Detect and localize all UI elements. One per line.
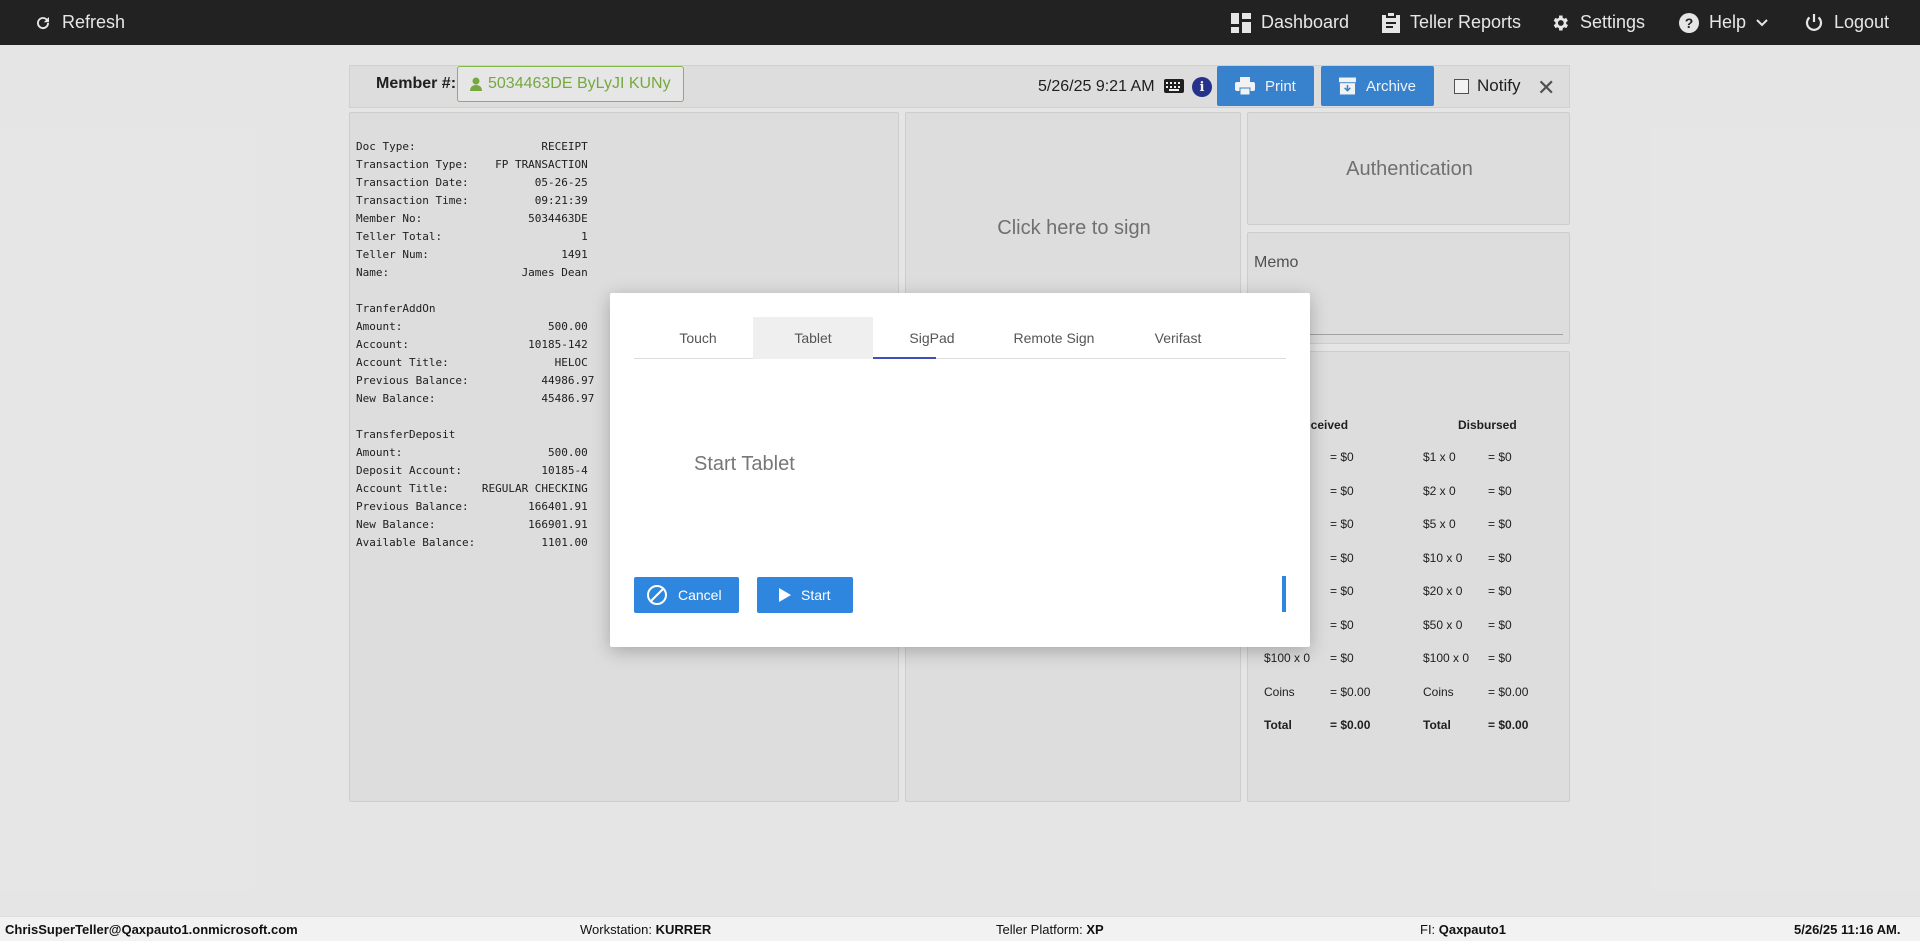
dashboard-icon xyxy=(1231,12,1251,33)
help-icon: ? xyxy=(1679,12,1699,33)
top-navbar: Refresh Dashboard Teller Reports Setting… xyxy=(0,0,1920,45)
signature-tabs: Touch Tablet SigPad Remote Sign Verifast xyxy=(634,317,1286,359)
settings-button[interactable]: Settings xyxy=(1550,0,1645,45)
start-button[interactable]: Start xyxy=(757,577,853,613)
gear-icon xyxy=(1553,15,1568,30)
status-bar: ChrisSuperTeller@Qaxpauto1.onmicrosoft.c… xyxy=(0,916,1920,941)
refresh-label: Refresh xyxy=(62,12,126,32)
logout-button[interactable]: Logout xyxy=(1804,0,1889,45)
play-icon xyxy=(779,588,791,602)
help-label: Help xyxy=(1709,12,1747,32)
tab-verifast[interactable]: Verifast xyxy=(1118,317,1238,359)
status-datetime: 5/26/25 11:16 AM. xyxy=(1794,922,1901,937)
logout-label: Logout xyxy=(1834,12,1890,32)
help-button[interactable]: ? Help xyxy=(1679,0,1768,45)
ban-icon xyxy=(647,585,667,605)
platform-label: Teller Platform: xyxy=(996,922,1083,937)
refresh-button[interactable]: Refresh xyxy=(34,0,125,45)
tab-tablet[interactable]: Tablet xyxy=(753,317,873,359)
chevron-down-icon xyxy=(1756,18,1768,26)
status-user: ChrisSuperTeller@Qaxpauto1.onmicrosoft.c… xyxy=(5,922,298,937)
teller-reports-label: Teller Reports xyxy=(1410,12,1522,32)
cancel-button[interactable]: Cancel xyxy=(634,577,739,613)
fi-label: FI: xyxy=(1420,922,1436,937)
teller-reports-button[interactable]: Teller Reports xyxy=(1382,0,1521,45)
settings-label: Settings xyxy=(1580,12,1646,32)
cancel-label: Cancel xyxy=(678,587,722,603)
fi-value: Qaxpauto1 xyxy=(1438,922,1506,937)
tab-remote-sign[interactable]: Remote Sign xyxy=(994,317,1114,359)
modal-action-edge xyxy=(1282,576,1286,612)
start-tablet-text: Start Tablet xyxy=(694,453,795,475)
tab-sigpad[interactable]: SigPad xyxy=(872,317,992,359)
dashboard-button[interactable]: Dashboard xyxy=(1231,0,1349,45)
clipboard-icon xyxy=(1382,12,1400,33)
svg-text:?: ? xyxy=(1685,15,1694,31)
dashboard-label: Dashboard xyxy=(1261,12,1350,32)
refresh-icon xyxy=(37,16,50,29)
workstation-value: KURRER xyxy=(655,922,712,937)
start-label: Start xyxy=(801,587,831,603)
platform-value: XP xyxy=(1086,922,1104,937)
tab-touch[interactable]: Touch xyxy=(638,317,758,359)
workstation-label: Workstation: xyxy=(580,922,653,937)
signature-method-dialog: Touch Tablet SigPad Remote Sign Verifast Sta… xyxy=(610,293,1310,647)
power-icon xyxy=(1805,13,1823,31)
